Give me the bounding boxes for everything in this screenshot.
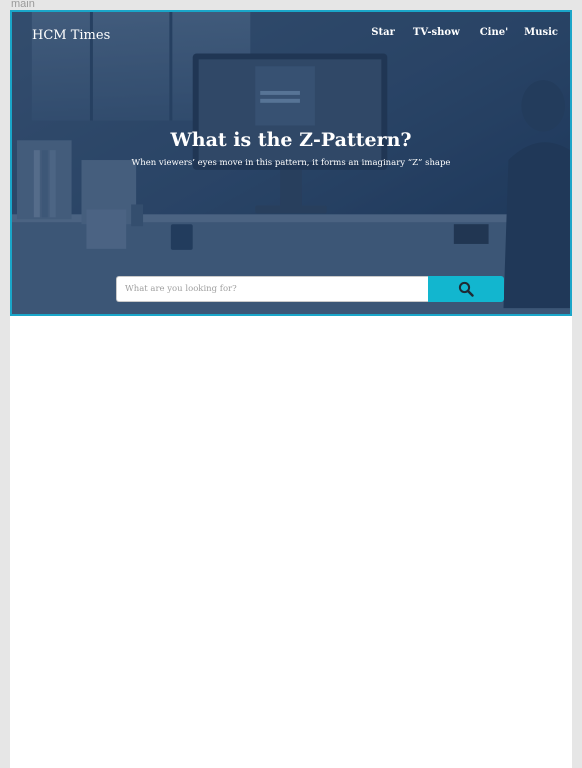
search-input[interactable] xyxy=(116,276,428,302)
hero-title: What is the Z-Pattern? xyxy=(170,129,412,151)
main-nav: Star TV-show Cine' Music xyxy=(371,27,558,38)
frame-label: main xyxy=(11,0,35,10)
page: HCM Times Star TV-show Cine' Music What … xyxy=(10,10,572,768)
nav-item-cine[interactable]: Cine' xyxy=(480,27,508,38)
search-bar xyxy=(116,276,504,302)
site-logo[interactable]: HCM Times xyxy=(32,28,110,43)
nav-item-tv-show[interactable]: TV-show xyxy=(413,27,460,38)
nav-item-star[interactable]: Star xyxy=(371,27,395,38)
hero-banner: HCM Times Star TV-show Cine' Music What … xyxy=(10,10,572,316)
search-button[interactable] xyxy=(428,276,504,302)
hero-subtitle: When viewers’ eyes move in this pattern,… xyxy=(131,158,451,168)
nav-item-music[interactable]: Music xyxy=(524,27,558,38)
search-icon xyxy=(458,281,474,297)
